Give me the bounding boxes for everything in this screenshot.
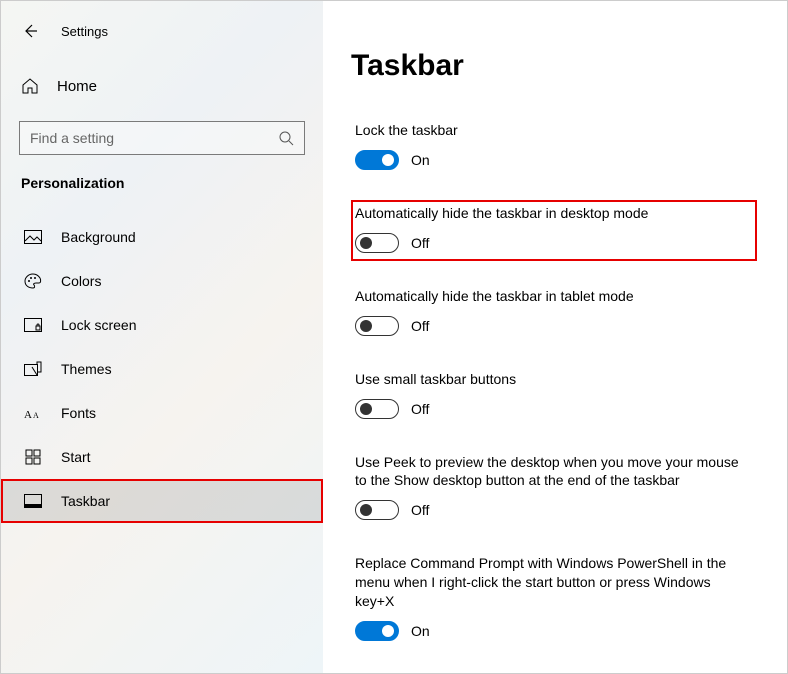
- toggle-autohide-desktop[interactable]: [355, 233, 399, 253]
- setting-label: Automatically hide the taskbar in deskto…: [355, 204, 749, 223]
- toggle-use-peek[interactable]: [355, 500, 399, 520]
- setting-powershell: Replace Command Prompt with Windows Powe…: [351, 550, 757, 649]
- home-label: Home: [57, 78, 97, 95]
- search-icon: [278, 130, 294, 146]
- setting-label: Use Peek to preview the desktop when you…: [355, 453, 749, 491]
- toggle-lock-taskbar[interactable]: [355, 150, 399, 170]
- sidebar-item-label: Start: [61, 449, 91, 465]
- search-box[interactable]: [19, 121, 305, 155]
- sidebar-item-lockscreen[interactable]: Lock screen: [1, 303, 323, 347]
- titlebar-row: Settings: [1, 17, 323, 45]
- sidebar-item-themes[interactable]: Themes: [1, 347, 323, 391]
- toggle-small-buttons[interactable]: [355, 399, 399, 419]
- nav-list: Background Colors Lock screen Themes AA …: [1, 215, 323, 523]
- fonts-icon: AA: [23, 403, 43, 423]
- sidebar-item-start[interactable]: Start: [1, 435, 323, 479]
- home-button[interactable]: Home: [1, 73, 323, 99]
- toggle-state: On: [411, 623, 430, 639]
- settings-window: Settings Home Personalization Background…: [1, 1, 787, 673]
- setting-use-peek: Use Peek to preview the desktop when you…: [351, 449, 757, 529]
- sidebar-item-label: Fonts: [61, 405, 96, 421]
- start-icon: [23, 447, 43, 467]
- svg-text:A: A: [24, 409, 32, 420]
- content-pane: Taskbar Lock the taskbar On Automaticall…: [323, 1, 787, 673]
- sidebar-item-label: Lock screen: [61, 317, 136, 333]
- toggle-powershell[interactable]: [355, 621, 399, 641]
- toggle-state: On: [411, 152, 430, 168]
- sidebar-item-label: Taskbar: [61, 493, 110, 509]
- themes-icon: [23, 359, 43, 379]
- toggle-state: Off: [411, 318, 429, 334]
- section-header: Personalization: [1, 175, 323, 191]
- sidebar-item-label: Themes: [61, 361, 112, 377]
- toggle-autohide-tablet[interactable]: [355, 316, 399, 336]
- setting-label: Lock the taskbar: [355, 121, 749, 140]
- setting-autohide-desktop: Automatically hide the taskbar in deskto…: [351, 200, 757, 261]
- picture-icon: [23, 227, 43, 247]
- sidebar-item-taskbar[interactable]: Taskbar: [1, 479, 323, 523]
- sidebar-item-label: Background: [61, 229, 136, 245]
- sidebar-item-label: Colors: [61, 273, 101, 289]
- lockscreen-icon: [23, 315, 43, 335]
- palette-icon: [23, 271, 43, 291]
- setting-label: Automatically hide the taskbar in tablet…: [355, 287, 749, 306]
- app-title: Settings: [61, 24, 108, 39]
- toggle-state: Off: [411, 401, 429, 417]
- svg-text:A: A: [33, 411, 39, 420]
- setting-small-buttons: Use small taskbar buttons Off: [351, 366, 757, 427]
- sidebar-item-colors[interactable]: Colors: [1, 259, 323, 303]
- setting-label: Use small taskbar buttons: [355, 370, 749, 389]
- sidebar-item-fonts[interactable]: AA Fonts: [1, 391, 323, 435]
- setting-autohide-tablet: Automatically hide the taskbar in tablet…: [351, 283, 757, 344]
- sidebar: Settings Home Personalization Background…: [1, 1, 323, 673]
- page-title: Taskbar: [351, 49, 757, 83]
- toggle-state: Off: [411, 502, 429, 518]
- setting-lock-taskbar: Lock the taskbar On: [351, 117, 757, 178]
- home-icon: [21, 77, 39, 95]
- setting-show-badges: Show badges on taskbar buttons On: [351, 671, 757, 673]
- sidebar-item-background[interactable]: Background: [1, 215, 323, 259]
- back-icon[interactable]: [21, 22, 39, 40]
- setting-label: Replace Command Prompt with Windows Powe…: [355, 554, 749, 611]
- taskbar-icon: [23, 491, 43, 511]
- toggle-state: Off: [411, 235, 429, 251]
- search-input[interactable]: [30, 130, 278, 146]
